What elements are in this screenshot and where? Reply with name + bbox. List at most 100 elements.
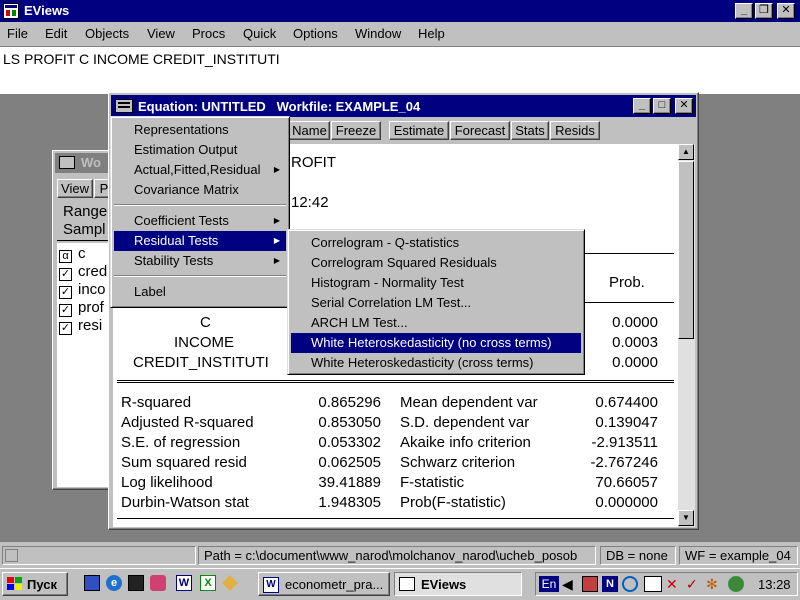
- menu-item-estimation-output[interactable]: Estimation Output: [114, 140, 286, 160]
- tray-globe-icon[interactable]: [728, 576, 744, 592]
- status-left-panel: [2, 546, 196, 565]
- submenu-arrow-icon: ▶: [273, 216, 280, 225]
- forecast-button[interactable]: Forecast: [450, 121, 510, 140]
- tray-check-icon[interactable]: ✓: [686, 576, 702, 592]
- clock: 13:28: [758, 577, 791, 592]
- submenu-item-histogram-normality[interactable]: Histogram - Normality Test: [291, 273, 581, 293]
- tray-app-icon[interactable]: [582, 576, 598, 592]
- submenu-item-white-no-cross[interactable]: White Heteroskedasticity (no cross terms…: [291, 333, 581, 353]
- workfile-window[interactable]: Wo View P Range Sampl αc ✓ cred ✓ inco ✓ pr…: [52, 150, 115, 490]
- submenu-arrow-icon: ▶: [273, 165, 280, 174]
- object-item-prof[interactable]: ✓ prof: [59, 299, 104, 317]
- submenu-item-serial-correlation-lm[interactable]: Serial Correlation LM Test...: [291, 293, 581, 313]
- language-indicator[interactable]: En: [539, 576, 559, 592]
- quicklaunch-ie-icon[interactable]: e: [106, 575, 122, 591]
- system-tray: En ◀ N ✕ ✓ ✻ 13:28: [535, 572, 798, 596]
- object-item-inco[interactable]: ✓ inco: [59, 281, 106, 299]
- equation-title-bar[interactable]: Equation: UNTITLED Workfile: EXAMPLE_04 …: [111, 95, 696, 117]
- quicklaunch-desktop-icon[interactable]: [84, 575, 100, 591]
- stat-label: F-statistic: [400, 474, 465, 491]
- close-button[interactable]: ✕: [777, 3, 795, 19]
- menu-view[interactable]: View: [147, 26, 175, 41]
- object-item-resi[interactable]: ✓ resi: [59, 317, 102, 335]
- menu-file[interactable]: File: [7, 26, 28, 41]
- quicklaunch-app-icon[interactable]: [150, 575, 166, 591]
- stat-label: Log likelihood: [121, 474, 213, 491]
- stats-button[interactable]: Stats: [511, 121, 549, 140]
- menu-procs[interactable]: Procs: [192, 26, 225, 41]
- stat-label: Akaike info criterion: [400, 434, 531, 451]
- menu-quick[interactable]: Quick: [243, 26, 276, 41]
- quicklaunch-word-icon[interactable]: W: [176, 575, 192, 591]
- equation-close-button[interactable]: ✕: [675, 98, 693, 114]
- menu-item-representations[interactable]: Representations: [114, 120, 286, 140]
- estimate-button[interactable]: Estimate: [389, 121, 449, 140]
- scroll-down-button[interactable]: ▼: [678, 510, 694, 526]
- quicklaunch-excel-icon[interactable]: X: [200, 575, 216, 591]
- menu-edit[interactable]: Edit: [45, 26, 67, 41]
- equation-toolbar: Name Freeze Estimate Forecast Stats Resi…: [289, 121, 689, 141]
- menu-item-stability-tests[interactable]: Stability Tests ▶: [114, 251, 286, 271]
- start-label: Пуск: [27, 577, 57, 592]
- menu-item-residual-tests[interactable]: Residual Tests ▶: [114, 231, 286, 251]
- name-button[interactable]: Name: [289, 121, 330, 140]
- menu-options[interactable]: Options: [293, 26, 338, 41]
- object-item-c[interactable]: αc: [59, 245, 86, 263]
- workfile-info: Range Sampl: [57, 201, 115, 241]
- tray-chart-icon[interactable]: [644, 576, 662, 592]
- table-double-rule: [117, 380, 674, 383]
- app-title-bar[interactable]: EViews _ ❐ ✕: [0, 0, 800, 22]
- quicklaunch-tool-icon[interactable]: [222, 575, 238, 591]
- speaker-icon[interactable]: ◀: [562, 576, 578, 592]
- menu-item-coefficient-tests[interactable]: Coefficient Tests ▶: [114, 211, 286, 231]
- scroll-up-button[interactable]: ▲: [678, 144, 694, 160]
- stat-label: Sum squared resid: [121, 454, 247, 471]
- start-button[interactable]: Пуск: [2, 572, 68, 596]
- submenu-item-correlogram-q[interactable]: Correlogram - Q-statistics: [291, 233, 581, 253]
- command-window[interactable]: LS PROFIT C INCOME CREDIT_INSTITUTI: [0, 46, 800, 94]
- menu-help[interactable]: Help: [418, 26, 445, 41]
- task-button-word[interactable]: W econometr_pra...: [258, 572, 390, 596]
- table-rule: [117, 518, 674, 519]
- scroll-thumb[interactable]: [678, 161, 694, 339]
- freeze-button[interactable]: Freeze: [331, 121, 381, 140]
- windows-logo-icon: [7, 577, 23, 591]
- submenu-arrow-icon: ▶: [273, 236, 280, 245]
- coef-name: C: [200, 314, 211, 331]
- object-item-cred[interactable]: ✓ cred: [59, 263, 107, 281]
- minimize-button[interactable]: _: [735, 3, 753, 19]
- tray-sync-icon[interactable]: [622, 576, 638, 592]
- coef-name: CREDIT_INSTITUTI: [133, 354, 269, 371]
- restore-button[interactable]: ❐: [755, 3, 773, 19]
- quicklaunch-media-icon[interactable]: [128, 575, 144, 591]
- status-path: Path = c:\document\www_narod\molchanov_n…: [198, 546, 596, 565]
- alpha-icon: α: [59, 250, 72, 263]
- tray-network-icon[interactable]: N: [602, 576, 618, 592]
- stat-label: S.D. dependent var: [400, 414, 530, 431]
- menu-objects[interactable]: Objects: [85, 26, 129, 41]
- series-check-icon: ✓: [59, 268, 72, 281]
- stat-value: 0.865296: [318, 394, 381, 411]
- stat-value: -2.913511: [591, 434, 658, 451]
- submenu-arrow-icon: ▶: [273, 256, 280, 265]
- stat-value: 0.000000: [595, 494, 658, 511]
- resids-button[interactable]: Resids: [550, 121, 600, 140]
- submenu-item-white-cross[interactable]: White Heteroskedasticity (cross terms): [291, 353, 581, 373]
- equation-maximize-button[interactable]: □: [653, 98, 671, 114]
- menu-item-label[interactable]: Label: [114, 282, 286, 302]
- vertical-scrollbar[interactable]: ▲ ▼: [678, 144, 695, 527]
- task-button-eviews[interactable]: EViews: [394, 572, 522, 596]
- equation-minimize-button[interactable]: _: [633, 98, 651, 114]
- workfile-view-button[interactable]: View: [57, 179, 93, 198]
- menu-window[interactable]: Window: [355, 26, 401, 41]
- tray-mail-icon[interactable]: ✕: [666, 576, 682, 592]
- series-check-icon: ✓: [59, 304, 72, 317]
- menu-item-actual-fitted-residual[interactable]: Actual,Fitted,Residual ▶: [114, 160, 286, 180]
- submenu-item-arch-lm[interactable]: ARCH LM Test...: [291, 313, 581, 333]
- workfile-range: Range: [63, 203, 108, 220]
- status-indicator-icon: [5, 549, 18, 562]
- menu-item-covariance-matrix[interactable]: Covariance Matrix: [114, 180, 286, 200]
- workfile-title-bar[interactable]: Wo: [55, 153, 115, 173]
- tray-gear-icon[interactable]: ✻: [706, 576, 722, 592]
- submenu-item-correlogram-squared[interactable]: Correlogram Squared Residuals: [291, 253, 581, 273]
